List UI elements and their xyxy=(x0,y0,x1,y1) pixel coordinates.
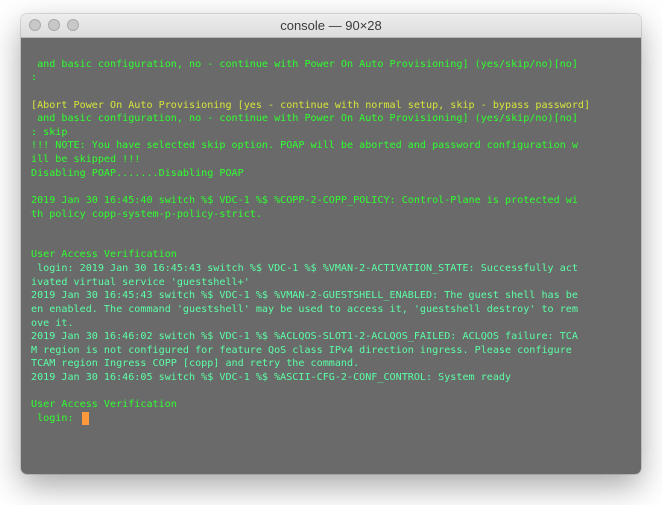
login-prompt[interactable]: login: xyxy=(31,412,80,426)
titlebar[interactable]: console — 90×28 xyxy=(21,14,641,38)
term-line: Disabling POAP.......Disabling POAP xyxy=(31,168,244,179)
term-line: 2019 Jan 30 16:46:02 switch %$ VDC-1 %$ … xyxy=(31,331,578,342)
term-line: : xyxy=(31,72,37,83)
term-line: 2019 Jan 30 16:46:05 switch %$ VDC-1 %$ … xyxy=(31,372,511,383)
term-line: User Access Verification xyxy=(31,399,177,410)
term-line: ivated virtual service 'guestshell+' xyxy=(31,277,250,288)
term-line: login: 2019 Jan 30 16:45:43 switch %$ VD… xyxy=(31,263,578,274)
terminal-window: console — 90×28 and basic configuration,… xyxy=(21,14,641,474)
term-line: and basic configuration, no - continue w… xyxy=(31,59,578,70)
login-prompt-line: login: xyxy=(31,412,631,426)
term-line: User Access Verification xyxy=(31,249,177,260)
terminal-body[interactable]: and basic configuration, no - continue w… xyxy=(21,38,641,474)
term-line: ill be skipped !!! xyxy=(31,154,140,165)
term-line: th policy copp-system-p-policy-strict. xyxy=(31,209,262,220)
minimize-icon[interactable] xyxy=(48,19,60,31)
term-line: M region is not configured for feature Q… xyxy=(31,345,572,356)
close-icon[interactable] xyxy=(29,19,41,31)
term-line: en enabled. The command 'guestshell' may… xyxy=(31,304,578,315)
term-line: and basic configuration, no - continue w… xyxy=(31,113,578,124)
term-line: [Abort Power On Auto Provisioning [yes -… xyxy=(31,100,590,111)
term-line: ove it. xyxy=(31,318,74,329)
term-line: : skip xyxy=(31,127,67,138)
term-line: 2019 Jan 30 16:45:43 switch %$ VDC-1 %$ … xyxy=(31,290,578,301)
term-line: 2019 Jan 30 16:45:40 switch %$ VDC-1 %$ … xyxy=(31,195,578,206)
window-title: console — 90×28 xyxy=(21,18,641,33)
term-line: !!! NOTE: You have selected skip option.… xyxy=(31,140,578,151)
traffic-lights xyxy=(29,19,79,31)
cursor-icon xyxy=(82,412,89,425)
zoom-icon[interactable] xyxy=(67,19,79,31)
term-line: TCAM region Ingress COPP [copp] and retr… xyxy=(31,358,359,369)
